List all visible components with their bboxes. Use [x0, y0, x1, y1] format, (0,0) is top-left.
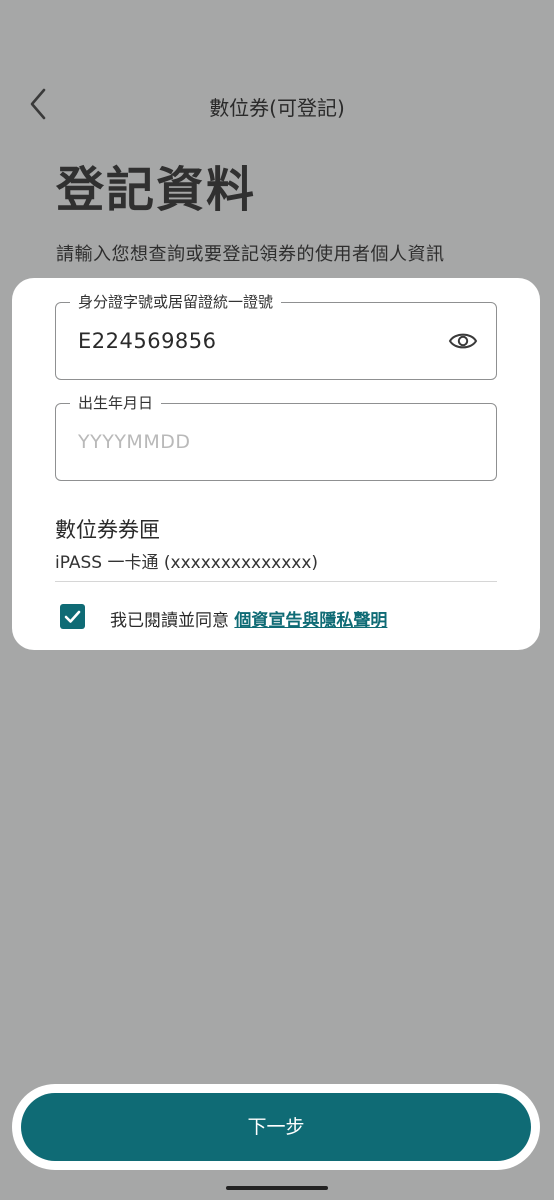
checkmark-icon	[64, 610, 81, 623]
wallet-value: iPASS 一卡通 (xxxxxxxxxxxxxx)	[55, 553, 319, 573]
header-title: 數位券(可登記)	[209, 96, 345, 120]
page-title: 登記資料	[56, 162, 257, 218]
privacy-policy-link[interactable]: 個資宣告與隱私聲明	[234, 611, 387, 631]
page-subtitle: 請輸入您想查詢或要登記領券的使用者個人資訊	[56, 244, 445, 265]
agree-text: 我已閱讀並同意	[110, 611, 235, 631]
home-indicator[interactable]	[226, 1186, 328, 1190]
birth-date-label: 出生年月日	[70, 393, 162, 413]
top-bar: 數位券(可登記)	[0, 78, 554, 132]
agree-checkbox[interactable]	[60, 604, 85, 629]
divider	[55, 581, 497, 582]
next-button-container: 下一步	[12, 1084, 540, 1170]
id-number-field[interactable]: 身分證字號或居留證統一證號 E224569856	[55, 292, 497, 380]
agree-statement: 我已閱讀並同意 個資宣告與隱私聲明	[110, 606, 387, 631]
show-password-toggle[interactable]	[448, 329, 478, 353]
wallet-label: 數位券券匣	[55, 518, 160, 542]
birth-date-placeholder[interactable]: YYYYMMDD	[78, 431, 190, 453]
birth-date-field[interactable]: 出生年月日 YYYYMMDD	[55, 393, 497, 481]
form-card: 身分證字號或居留證統一證號 E224569856 出生年月日 YYYYMMDD …	[12, 278, 540, 650]
id-number-value[interactable]: E224569856	[78, 329, 217, 353]
eye-icon	[448, 333, 478, 349]
id-number-label: 身分證字號或居留證統一證號	[70, 292, 282, 312]
next-button[interactable]: 下一步	[21, 1093, 531, 1161]
